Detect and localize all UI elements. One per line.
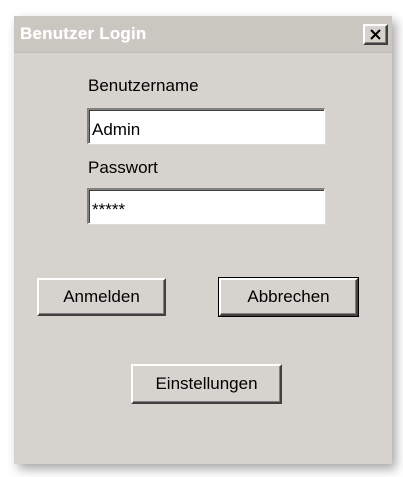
login-dialog: Benutzer Login Benutzername Passwort Anm…: [14, 16, 392, 464]
title-bar[interactable]: Benutzer Login: [14, 16, 392, 53]
close-button[interactable]: [363, 24, 388, 45]
username-input[interactable]: [87, 108, 325, 144]
settings-button[interactable]: Einstellungen: [131, 364, 282, 404]
cancel-button[interactable]: Abbrechen: [218, 277, 359, 317]
close-icon: [370, 29, 381, 40]
login-button[interactable]: Anmelden: [37, 278, 166, 316]
username-label: Benutzername: [88, 76, 199, 95]
dialog-title: Benutzer Login: [20, 24, 147, 43]
password-label: Passwort: [88, 158, 158, 177]
password-input[interactable]: [87, 188, 325, 224]
